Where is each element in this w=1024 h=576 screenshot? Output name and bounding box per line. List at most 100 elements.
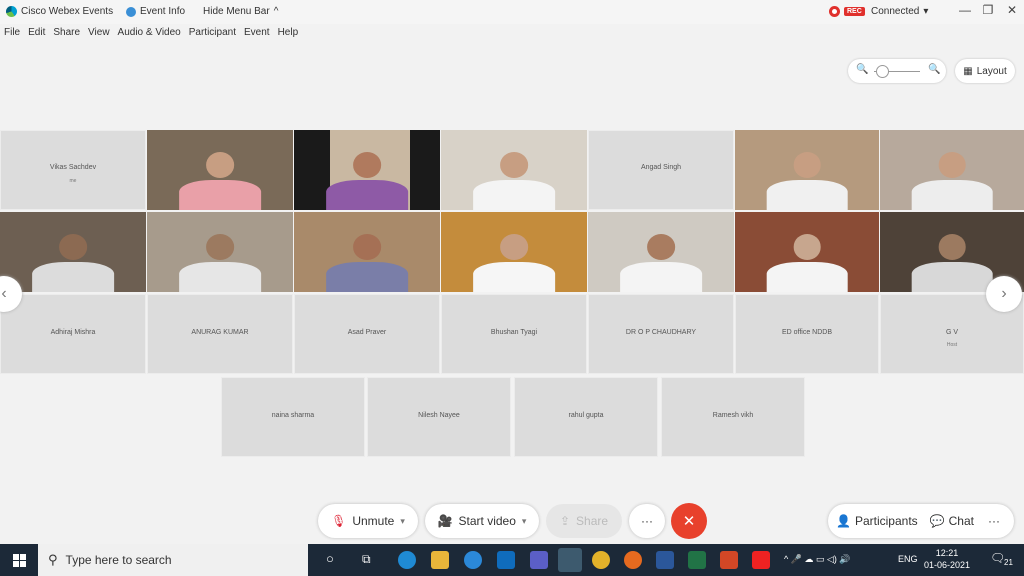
participant-video-tile[interactable] — [147, 130, 293, 210]
hide-menu-bar-button[interactable]: Hide Menu Bar ^ — [203, 6, 278, 17]
zoom-slider-knob[interactable] — [876, 65, 889, 78]
participant-tile[interactable]: Adhiraj Mishra — [0, 294, 146, 374]
participant-video-feed — [32, 234, 114, 292]
cortana-icon[interactable]: ○ — [326, 551, 334, 566]
share-label: Share — [576, 514, 609, 528]
chevron-up-icon: ^ — [273, 6, 279, 17]
word-icon[interactable] — [656, 551, 674, 569]
participant-tile[interactable]: Nilesh Nayee — [367, 377, 511, 457]
menu-view[interactable]: View — [84, 27, 114, 45]
participant-tile[interactable]: Ramesh vikh — [661, 377, 805, 457]
close-window-button[interactable]: ✕ — [1003, 3, 1021, 17]
firefox-icon[interactable] — [624, 551, 642, 569]
menu-help[interactable]: Help — [274, 27, 303, 45]
participant-video-feed — [326, 152, 408, 210]
more-panels-icon[interactable]: ··· — [988, 514, 1000, 528]
participant-video-tile[interactable] — [735, 130, 879, 210]
participant-tile[interactable]: Vikas Sachdev me — [0, 130, 146, 210]
participant-tile[interactable]: naina sharma — [221, 377, 365, 457]
participant-video-tile[interactable] — [0, 212, 146, 292]
excel-icon[interactable] — [688, 551, 706, 569]
participant-video-tile[interactable] — [441, 212, 587, 292]
participant-video-tile[interactable] — [147, 212, 293, 292]
menu-bar: File Edit Share View Audio & Video Parti… — [0, 27, 302, 45]
taskbar-search-box[interactable]: ⚲ Type here to search — [38, 544, 308, 576]
participant-video-feed — [911, 234, 993, 292]
edge-browser-icon[interactable] — [398, 551, 416, 569]
participant-tile[interactable]: rahul gupta — [514, 377, 658, 457]
zoom-out-icon[interactable]: 🔍 — [856, 64, 868, 75]
participants-button[interactable]: Participants — [855, 514, 918, 528]
participant-video-tile[interactable] — [880, 130, 1024, 210]
participant-video-feed — [179, 234, 261, 292]
participant-video-tile[interactable] — [294, 130, 440, 210]
connection-status[interactable]: Connected ▾ — [871, 6, 928, 17]
hide-menu-label: Hide Menu Bar — [203, 6, 270, 17]
chrome-icon[interactable] — [592, 551, 610, 569]
chat-button[interactable]: Chat — [949, 514, 974, 528]
system-tray-icons[interactable]: ^ 🎤 ☁ ▭ ◁) 🔊 — [784, 554, 851, 565]
participant-name: Bhushan Tyagi — [490, 329, 538, 336]
clock-time: 12:21 — [935, 548, 959, 558]
recording-indicator[interactable]: REC — [829, 6, 865, 17]
menu-participant[interactable]: Participant — [185, 27, 240, 45]
chat-icon[interactable]: 💬 — [930, 514, 945, 528]
zoom-in-icon[interactable]: 🔍 — [928, 64, 940, 75]
event-info-button[interactable]: Event Info — [126, 6, 185, 17]
participant-name: Ramesh vikh — [712, 412, 754, 419]
participants-icon[interactable]: 👤 — [836, 514, 851, 528]
menu-edit[interactable]: Edit — [24, 27, 49, 45]
start-video-button[interactable]: 🎥 Start video ▾ — [425, 504, 539, 538]
next-page-button[interactable]: › — [986, 276, 1022, 312]
participant-video-feed — [620, 234, 702, 292]
share-button[interactable]: ⇪ Share — [546, 504, 622, 538]
taskbar-clock[interactable]: 12:21 01-06-2021 — [922, 547, 972, 571]
webex-logo-icon — [6, 6, 17, 17]
participant-video-feed — [179, 152, 261, 210]
participant-tile[interactable]: ANURAG KUMAR — [147, 294, 293, 374]
minimize-button[interactable]: — — [956, 3, 974, 17]
participant-tile[interactable]: Angad Singh — [588, 130, 734, 210]
chevron-down-icon[interactable]: ▾ — [400, 516, 405, 527]
participant-tile[interactable]: DR O P CHAUDHARY — [588, 294, 734, 374]
menu-audio-video[interactable]: Audio & Video — [114, 27, 185, 45]
event-info-label: Event Info — [140, 6, 186, 17]
panel-controls: 👤 Participants 💬 Chat ··· — [828, 504, 1014, 538]
menu-event[interactable]: Event — [240, 27, 274, 45]
windows-taskbar: ⚲ Type here to search ○ ⧉ ^ 🎤 ☁ ▭ ◁) 🔊 E… — [0, 544, 1024, 576]
language-indicator[interactable]: ENG — [898, 554, 918, 564]
participant-video-tile[interactable] — [441, 130, 587, 210]
participant-name: Angad Singh — [640, 164, 682, 171]
layout-button[interactable]: ▦ Layout — [955, 59, 1015, 83]
participant-video-tile[interactable] — [294, 212, 440, 292]
file-explorer-icon[interactable] — [431, 551, 449, 569]
connection-status-label: Connected — [871, 6, 920, 17]
teams-icon[interactable] — [530, 551, 548, 569]
participant-video-feed — [766, 234, 848, 292]
more-options-button[interactable]: ··· — [629, 504, 665, 538]
leave-meeting-button[interactable]: ✕ — [671, 503, 707, 539]
restore-button[interactable]: ❐ — [979, 3, 997, 17]
participant-name: Vikas Sachdev — [49, 164, 97, 171]
menu-share[interactable]: Share — [49, 27, 84, 45]
participant-video-tile[interactable] — [588, 212, 734, 292]
browser-app-icon[interactable] — [464, 551, 482, 569]
chevron-down-icon[interactable]: ▾ — [522, 516, 527, 527]
acrobat-icon[interactable] — [752, 551, 770, 569]
participant-video-tile[interactable] — [735, 212, 879, 292]
notification-icon[interactable]: 🗨 — [990, 551, 1005, 565]
participant-tile[interactable]: Bhushan Tyagi — [441, 294, 587, 374]
outlook-icon[interactable] — [497, 551, 515, 569]
webex-taskbar-icon[interactable] — [558, 548, 582, 572]
participant-tile[interactable]: Asad Praver — [294, 294, 440, 374]
menu-file[interactable]: File — [0, 27, 24, 45]
start-button[interactable] — [0, 544, 38, 576]
layout-label: Layout — [976, 65, 1007, 77]
clock-date: 01-06-2021 — [923, 560, 971, 570]
unmute-button[interactable]: 🎙 Unmute ▾ — [318, 504, 418, 538]
powerpoint-icon[interactable] — [720, 551, 738, 569]
unmute-label: Unmute — [352, 514, 395, 528]
record-icon — [829, 6, 840, 17]
participant-tile[interactable]: ED office NDDB — [735, 294, 879, 374]
task-view-icon[interactable]: ⧉ — [362, 552, 371, 567]
